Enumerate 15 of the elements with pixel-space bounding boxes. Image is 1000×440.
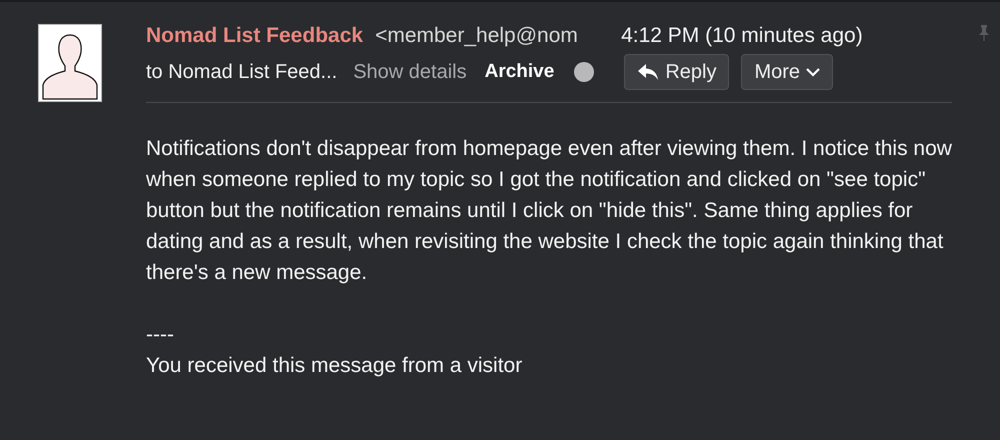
more-button[interactable]: More — [741, 54, 834, 90]
sender-name: Nomad List Feedback — [146, 24, 364, 48]
show-details-link[interactable]: Show details — [353, 60, 467, 84]
sender-address: <member_help@nom — [375, 24, 579, 48]
archive-link[interactable]: Archive — [484, 61, 554, 83]
reply-icon — [637, 63, 660, 81]
message-paragraph: Notifications don't disappear from homepage even after viewing them. I notice this now when someone replied to my topic so I got the notification and clicked on "see topic" button but the notification remains until I click on "hide this". Same thing applies for dating and as a result, when revisiting the website I check the topic again thinking that there's a new message. — [146, 136, 952, 286]
avatar-icon — [38, 24, 102, 102]
chevron-down-icon — [806, 68, 820, 76]
status-dot-icon[interactable] — [574, 62, 594, 82]
reply-button[interactable]: Reply — [624, 54, 730, 90]
signature-line: ---- — [146, 322, 175, 348]
message-time: 4:12 PM (10 minutes ago) — [621, 24, 863, 48]
recipient: to Nomad List Feed... — [146, 60, 338, 84]
signature-line: You received this message from a visitor — [146, 353, 524, 379]
